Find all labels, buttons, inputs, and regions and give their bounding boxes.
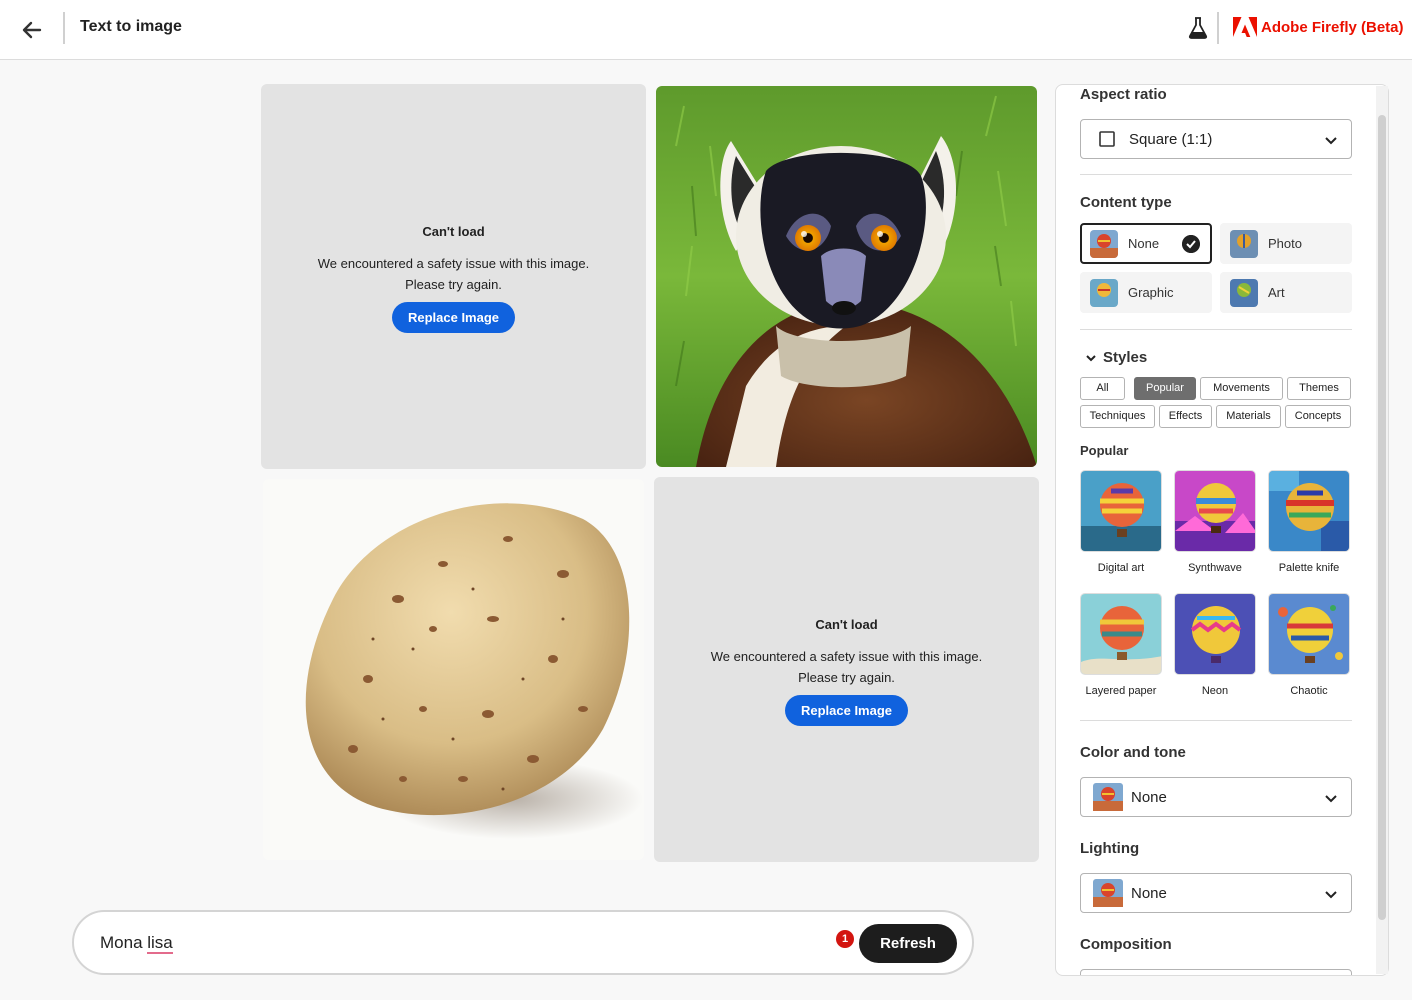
failed-image-tile: Can't load We encountered a safety issue… [654, 477, 1039, 862]
chip-effects[interactable]: Effects [1159, 405, 1212, 428]
color-and-tone-label: Color and tone [1080, 744, 1186, 761]
content-type-graphic[interactable]: Graphic [1080, 272, 1212, 313]
balloon-thumb-icon [1093, 783, 1123, 811]
chevron-down-icon[interactable] [1085, 352, 1097, 364]
style-thumb [1174, 593, 1256, 675]
try-again-message: Please try again. [798, 670, 895, 685]
balloon-thumb-icon [1230, 230, 1258, 258]
style-card-chaotic[interactable]: Chaotic [1268, 593, 1350, 697]
aspect-ratio-label: Aspect ratio [1080, 86, 1167, 103]
balloon-thumb-icon [1093, 879, 1123, 907]
composition-label: Composition [1080, 936, 1172, 953]
divider [1080, 720, 1352, 721]
replace-image-button[interactable]: Replace Image [391, 302, 516, 333]
style-card-digital-art[interactable]: Digital art [1080, 470, 1162, 574]
style-thumb [1080, 593, 1162, 675]
content-type-none[interactable]: None [1080, 223, 1212, 264]
failed-image-tile: Can't load We encountered a safety issue… [261, 84, 646, 469]
chip-materials[interactable]: Materials [1216, 405, 1281, 428]
lighting-value: None [1131, 885, 1167, 902]
prompt-text-flagged: lisa [147, 933, 173, 954]
lighting-label: Lighting [1080, 840, 1140, 857]
flask-icon[interactable] [1187, 16, 1209, 40]
balloon-thumb-icon [1093, 975, 1123, 976]
content-type-graphic-label: Graphic [1128, 285, 1174, 300]
cant-load-title: Can't load [815, 617, 878, 632]
style-label: Palette knife [1278, 562, 1340, 574]
replace-image-button[interactable]: Replace Image [784, 695, 909, 726]
style-label: Chaotic [1290, 685, 1328, 697]
adobe-logo-icon [1233, 17, 1257, 37]
aspect-ratio-select[interactable]: Square (1:1) [1080, 119, 1352, 159]
chip-themes[interactable]: Themes [1287, 377, 1351, 400]
chevron-down-icon [1325, 891, 1337, 899]
content-type-art-label: Art [1268, 285, 1285, 300]
error-badge[interactable]: 1 [836, 930, 854, 948]
content-type-label: Content type [1080, 194, 1172, 211]
chip-concepts[interactable]: Concepts [1285, 405, 1351, 428]
prompt-text-plain: Mona [100, 933, 148, 952]
content-type-photo[interactable]: Photo [1220, 223, 1352, 264]
popular-section-label: Popular [1080, 443, 1129, 458]
prompt-text[interactable]: Mona lisa [100, 933, 173, 954]
style-label: Neon [1201, 685, 1229, 697]
color-and-tone-value: None [1131, 789, 1167, 806]
style-thumb [1174, 470, 1256, 552]
back-arrow-icon[interactable] [18, 16, 46, 44]
lighting-select[interactable]: None [1080, 873, 1352, 913]
lemur-image[interactable] [656, 86, 1037, 467]
divider [1080, 174, 1352, 175]
aspect-ratio-value: Square (1:1) [1129, 131, 1213, 148]
chevron-down-icon [1325, 795, 1337, 803]
brand-name: Adobe Firefly (Beta) [1261, 19, 1404, 36]
chip-movements[interactable]: Movements [1200, 377, 1283, 400]
scrollbar-thumb[interactable] [1378, 115, 1386, 920]
checkmark-icon [1182, 235, 1200, 253]
balloon-thumb-icon [1090, 230, 1118, 258]
potato-illustration [305, 503, 643, 839]
potato-image[interactable] [263, 479, 644, 860]
settings-panel: Aspect ratio Square (1:1) Content type N… [1055, 84, 1389, 976]
lemur-illustration [656, 86, 1037, 467]
composition-select[interactable] [1080, 969, 1352, 976]
style-label: Digital art [1097, 562, 1145, 574]
content-type-photo-label: Photo [1268, 236, 1302, 251]
style-card-palette-knife[interactable]: Palette knife [1268, 470, 1350, 574]
cant-load-title: Can't load [422, 224, 485, 239]
square-icon [1099, 131, 1115, 147]
page-title: Text to image [80, 18, 182, 35]
prompt-input[interactable]: Mona lisa 1 Refresh [72, 910, 974, 975]
chip-techniques[interactable]: Techniques [1080, 405, 1155, 428]
color-and-tone-select[interactable]: None [1080, 777, 1352, 817]
app-header: Text to image Adobe Firefly (Beta) [0, 0, 1412, 60]
style-thumb [1268, 593, 1350, 675]
style-card-neon[interactable]: Neon [1174, 593, 1256, 697]
balloon-thumb-icon [1090, 279, 1118, 307]
divider [1080, 329, 1352, 330]
style-card-synthwave[interactable]: Synthwave [1174, 470, 1256, 574]
chevron-down-icon [1325, 137, 1337, 145]
chip-popular[interactable]: Popular [1134, 377, 1196, 400]
try-again-message: Please try again. [405, 277, 502, 292]
safety-message: We encountered a safety issue with this … [317, 256, 590, 271]
refresh-button[interactable]: Refresh [859, 924, 957, 963]
safety-message: We encountered a safety issue with this … [710, 649, 983, 664]
chip-all[interactable]: All [1080, 377, 1125, 400]
style-label: Layered paper [1085, 685, 1157, 697]
style-thumb [1268, 470, 1350, 552]
content-type-art[interactable]: Art [1220, 272, 1352, 313]
styles-label[interactable]: Styles [1103, 349, 1147, 366]
header-divider [63, 12, 65, 44]
style-thumb [1080, 470, 1162, 552]
content-type-none-label: None [1128, 236, 1160, 251]
balloon-thumb-icon [1230, 279, 1258, 307]
style-label: Synthwave [1188, 562, 1242, 574]
style-card-layered-paper[interactable]: Layered paper [1080, 593, 1162, 697]
header-divider [1217, 12, 1219, 44]
